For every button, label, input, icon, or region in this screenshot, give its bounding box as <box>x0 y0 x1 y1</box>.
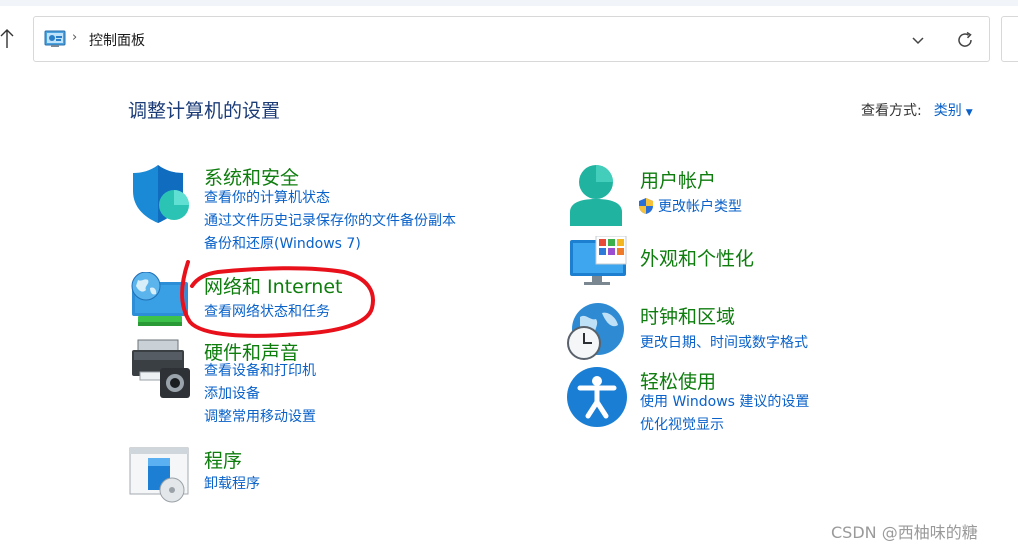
category-title-programs[interactable]: 程序 <box>204 446 242 473</box>
category-title-user-accounts[interactable]: 用户帐户 <box>640 166 716 193</box>
link-recommended-settings[interactable]: 使用 Windows 建议的设置 <box>640 391 809 414</box>
link-add-device[interactable]: 添加设备 <box>204 383 316 406</box>
category-title-ease-of-access[interactable]: 轻松使用 <box>640 367 716 394</box>
clock-globe-icon[interactable] <box>566 301 628 363</box>
link-devices-printers[interactable]: 查看设备和打印机 <box>204 360 316 383</box>
monitor-personalization-icon[interactable] <box>568 236 630 288</box>
category-title-system-security[interactable]: 系统和安全 <box>204 163 299 190</box>
window-top-strip <box>0 0 1018 6</box>
link-file-history-backup[interactable]: 通过文件历史记录保存你的文件备份副本 <box>204 210 456 233</box>
category-title-appearance[interactable]: 外观和个性化 <box>640 244 754 271</box>
link-uninstall-program[interactable]: 卸载程序 <box>204 473 260 496</box>
link-view-computer-status[interactable]: 查看你的计算机状态 <box>204 187 456 210</box>
link-mobility-settings[interactable]: 调整常用移动设置 <box>204 406 316 429</box>
shield-icon[interactable] <box>130 163 192 227</box>
category-title-network-internet[interactable]: 网络和 Internet <box>204 272 342 299</box>
caret-down-icon[interactable]: ▼ <box>966 108 973 118</box>
page-title: 调整计算机的设置 <box>128 100 281 122</box>
link-change-account-type-label: 更改帐户类型 <box>658 199 742 215</box>
uac-shield-icon <box>639 198 653 214</box>
accessibility-icon[interactable] <box>566 366 628 428</box>
link-change-account-type[interactable]: 更改帐户类型 <box>638 196 742 219</box>
control-panel-icon <box>44 30 66 47</box>
refresh-icon[interactable] <box>955 30 975 50</box>
link-optimize-visual-display[interactable]: 优化视觉显示 <box>640 414 809 437</box>
view-by-control: 查看方式: 类别 ▼ <box>861 100 973 120</box>
view-by-dropdown[interactable]: 类别 <box>934 103 962 119</box>
printer-camera-icon[interactable] <box>130 338 192 400</box>
breadcrumb-location[interactable]: 控制面板 <box>89 30 145 50</box>
breadcrumb-chevron-icon: › <box>72 30 78 45</box>
watermark: CSDN @西柚味的糖 <box>831 523 978 542</box>
link-change-date-time-format[interactable]: 更改日期、时间或数字格式 <box>640 332 808 355</box>
up-arrow-icon[interactable] <box>0 26 18 52</box>
link-backup-restore[interactable]: 备份和还原(Windows 7) <box>204 233 456 256</box>
user-icon[interactable] <box>568 164 626 226</box>
chevron-down-icon[interactable] <box>910 32 926 48</box>
link-view-network-status[interactable]: 查看网络状态和任务 <box>204 301 330 324</box>
address-bar[interactable]: › 控制面板 <box>33 16 990 62</box>
network-globe-icon[interactable] <box>130 272 192 330</box>
programs-icon[interactable] <box>128 446 192 504</box>
view-by-label: 查看方式: <box>861 103 922 119</box>
search-box[interactable] <box>1001 16 1018 62</box>
category-title-clock-region[interactable]: 时钟和区域 <box>640 302 735 329</box>
